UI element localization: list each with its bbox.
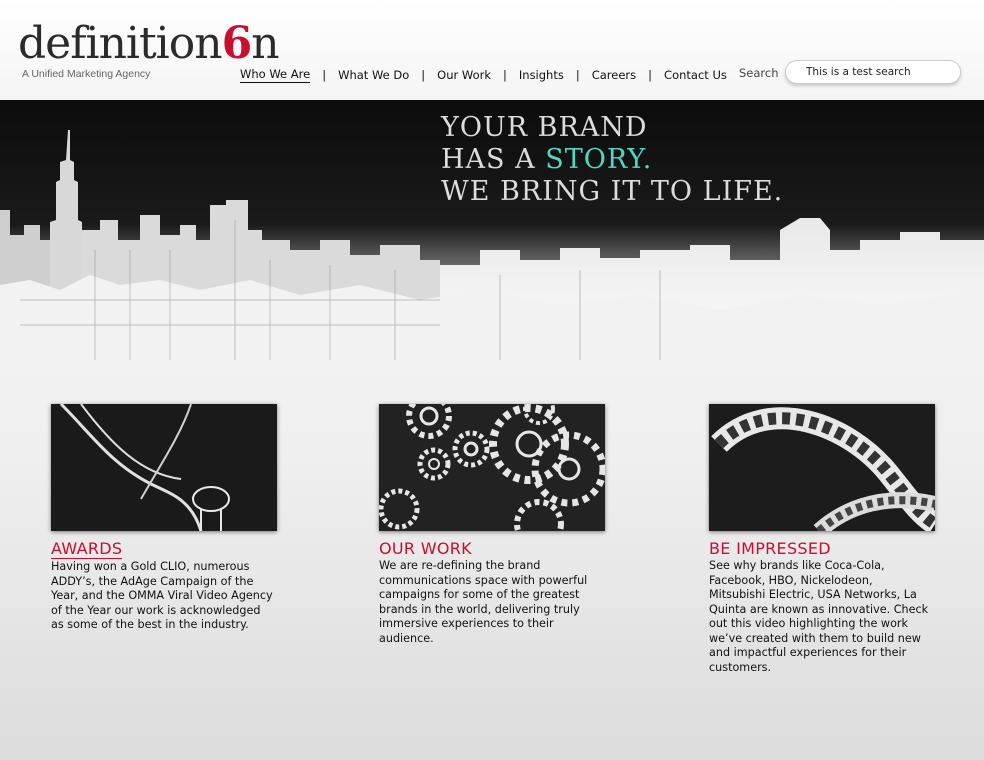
nav-separator: | bbox=[575, 68, 580, 82]
nav-separator: | bbox=[421, 68, 426, 82]
nav-what-we-do[interactable]: What We Do bbox=[338, 68, 409, 83]
nav-contact-us[interactable]: Contact Us bbox=[664, 68, 727, 83]
card-awards: AWARDS Having won a Gold CLIO, numerous … bbox=[51, 404, 311, 633]
hero-line-1: YOUR BRAND bbox=[441, 112, 648, 143]
card-be-impressed: BE IMPRESSED See why brands like Coca-Co… bbox=[709, 404, 969, 675]
hero-line-2: HAS A STORY. bbox=[441, 144, 653, 175]
search-input[interactable] bbox=[785, 60, 961, 84]
card-body-our-work: We are re-defining the brand communicati… bbox=[379, 559, 588, 645]
logo[interactable]: definition6n A Unified Marketing Agency bbox=[18, 18, 280, 84]
award-statuette-icon[interactable] bbox=[51, 404, 277, 531]
gears-icon[interactable] bbox=[379, 404, 605, 531]
hero-banner: YOUR BRAND HAS A STORY. WE BRING IT TO L… bbox=[0, 100, 984, 377]
hero-headline: YOUR BRAND HAS A STORY. WE BRING IT TO L… bbox=[441, 112, 783, 208]
nav-separator: | bbox=[322, 68, 327, 82]
nav-who-we-are[interactable]: Who We Are bbox=[240, 67, 311, 83]
nav-our-work[interactable]: Our Work bbox=[437, 68, 491, 83]
logo-wordmark: definition6n bbox=[18, 18, 280, 69]
main-nav: Who We Are | What We Do | Our Work | Ins… bbox=[240, 66, 727, 84]
card-body-be-impressed: See why brands like Coca-Cola, Facebook,… bbox=[709, 559, 929, 674]
search-label: Search bbox=[739, 66, 779, 80]
nav-separator: | bbox=[503, 68, 507, 82]
site-header: definition6n A Unified Marketing Agency … bbox=[0, 0, 984, 100]
logo-six: 6 bbox=[221, 18, 253, 69]
hero-accent-word: STORY. bbox=[545, 144, 653, 175]
nav-insights[interactable]: Insights bbox=[519, 68, 564, 83]
card-title-our-work: OUR WORK bbox=[379, 539, 472, 558]
hero-line-3: WE BRING IT TO LIFE. bbox=[441, 176, 784, 207]
film-strip-icon[interactable] bbox=[709, 404, 935, 531]
card-title-be-impressed: BE IMPRESSED bbox=[709, 539, 831, 558]
card-title-awards[interactable]: AWARDS bbox=[51, 540, 123, 559]
logo-tagline: A Unified Marketing Agency bbox=[22, 68, 151, 80]
card-our-work: OUR WORK We are re-defining the brand co… bbox=[379, 404, 639, 646]
nav-separator: | bbox=[648, 68, 653, 82]
card-body-awards: Having won a Gold CLIO, numerous ADDY’s,… bbox=[51, 560, 273, 631]
nav-careers[interactable]: Careers bbox=[592, 68, 636, 83]
